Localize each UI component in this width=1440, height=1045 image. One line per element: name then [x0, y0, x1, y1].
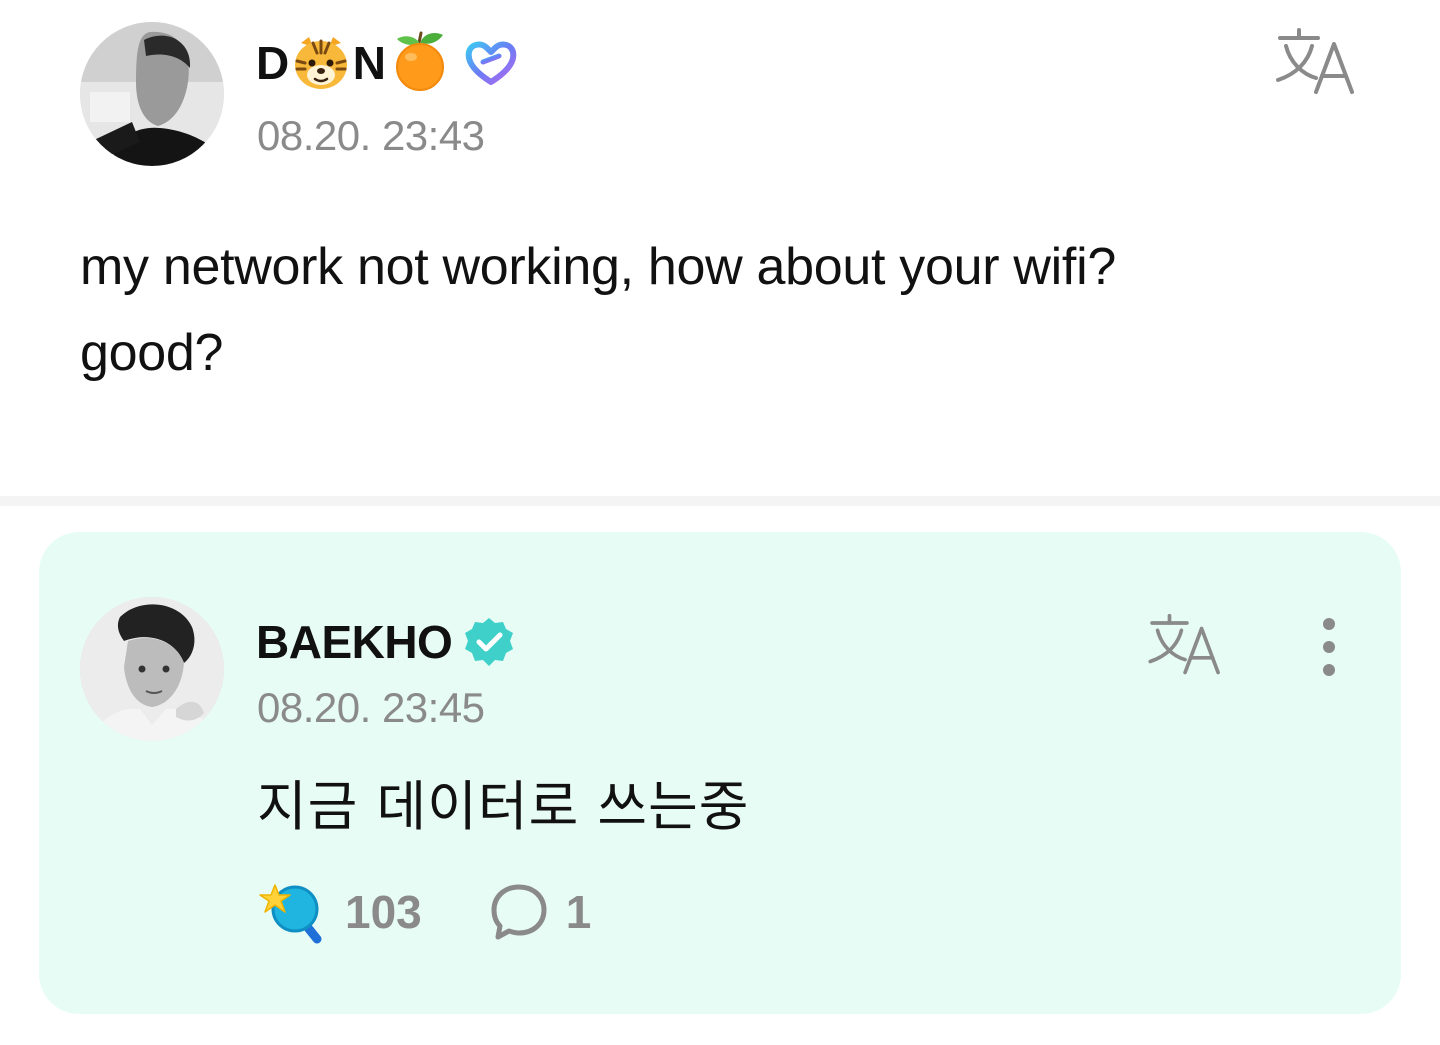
original-post: D N 08.20. 23:43 my network not working,…: [0, 0, 1440, 497]
lightstick-icon[interactable]: [257, 879, 327, 945]
verified-badge-icon: [462, 615, 516, 669]
tiger-face-icon: [291, 33, 351, 93]
post-author-name[interactable]: D N: [256, 29, 519, 94]
post-body-line-1: my network not working, how about your w…: [80, 238, 1116, 296]
translate-icon[interactable]: [1144, 612, 1228, 678]
post-body-line-2: good?: [80, 324, 224, 382]
author-name-prefix: D: [256, 37, 289, 89]
tangerine-icon: [391, 29, 449, 91]
reply-body: 지금 데이터로 쓰는중: [257, 775, 750, 838]
reply-timestamp: 08.20. 23:45: [257, 684, 485, 731]
reply-author-name[interactable]: BAEKHO: [256, 612, 516, 672]
artist-reply-card[interactable]: BAEKHO 08.20. 23:45 지금 데이터로 쓰는중 103 1: [39, 532, 1401, 1014]
reply-author-name-text: BAEKHO: [256, 616, 453, 668]
translate-icon[interactable]: [1272, 26, 1362, 98]
comment-count: 1: [565, 886, 592, 938]
reply-author-avatar[interactable]: [80, 597, 224, 741]
author-name-suffix: N: [352, 37, 386, 89]
more-vertical-icon[interactable]: [1311, 614, 1347, 680]
section-divider: [0, 496, 1440, 506]
post-author-avatar[interactable]: [80, 22, 224, 166]
comment-bubble-icon[interactable]: [488, 881, 550, 943]
post-timestamp: 08.20. 23:43: [257, 112, 485, 159]
heart-badge-icon: [463, 38, 519, 88]
post-detail-page: D N 08.20. 23:43 my network not working,…: [0, 0, 1440, 1045]
reply-actions: 103 1: [257, 877, 591, 947]
post-body: my network not working, how about your w…: [80, 224, 1360, 396]
like-count: 103: [345, 886, 422, 938]
